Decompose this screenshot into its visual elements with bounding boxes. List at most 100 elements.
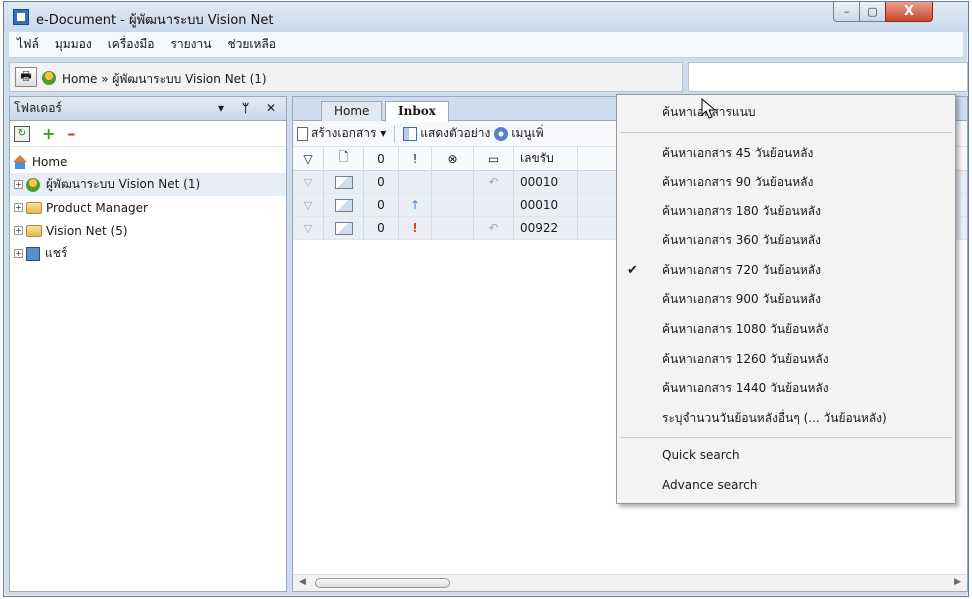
tab-home[interactable]: Home <box>321 101 383 121</box>
up-arrow-icon: ↑ <box>409 198 421 212</box>
panel-dropdown-icon[interactable]: ▾ <box>218 101 224 115</box>
menu-item-label: Advance search <box>662 478 758 492</box>
toolbar-separator <box>394 124 396 143</box>
tree-node-label: ผู้พัฒนาระบบ Vision Net (1) <box>46 177 201 191</box>
tree-node-label: แชร์ <box>45 246 68 260</box>
receive-number: 00922 <box>514 216 578 240</box>
menu-item-label: ค้นหาเอกสาร 45 วันย้อนหลัง <box>662 145 814 160</box>
scroll-right-icon[interactable]: ▶ <box>954 577 961 587</box>
column-status[interactable]: ▭ <box>474 146 514 171</box>
folders-panel-title: โฟลเดอร์ <box>14 101 62 115</box>
attachment-icon: 0 <box>377 198 385 212</box>
tree-node-label: Vision Net (5) <box>46 223 128 238</box>
search-input[interactable] <box>688 62 968 92</box>
flag-icon[interactable]: ▽ <box>304 199 312 212</box>
menu-item-search-attachment[interactable]: ค้นหาเอกสารแนบ <box>617 99 955 125</box>
refresh-icon[interactable]: ↻ <box>14 125 30 142</box>
column-attachment[interactable]: 0 <box>364 146 399 171</box>
scroll-thumb[interactable] <box>315 578 450 588</box>
expand-icon[interactable]: + <box>14 249 23 258</box>
tree-node-developer[interactable]: + ผู้พัฒนาระบบ Vision Net (1) <box>10 173 286 196</box>
tab-inbox[interactable]: Inbox <box>385 101 449 122</box>
search-dropdown-menu: ค้นหาเอกสารแนบ ค้นหาเอกสาร 45 วันย้อนหลั… <box>616 94 956 504</box>
menu-item-90-days[interactable]: ค้นหาเอกสาร 90 วันย้อนหลัง <box>617 169 955 195</box>
minimize-button[interactable]: – <box>833 2 860 22</box>
close-panel-icon[interactable]: ✕ <box>266 101 276 115</box>
forward-mail-icon <box>334 198 353 212</box>
menu-item-label: Quick search <box>662 448 740 462</box>
menu-report[interactable]: รายงาน <box>162 35 219 54</box>
menu-item-1440-days[interactable]: ค้นหาเอกสาร 1440 วันย้อนหลัง <box>617 375 955 401</box>
column-priority[interactable]: ! <box>399 146 432 171</box>
column-document[interactable]: 🗋 <box>324 146 364 171</box>
maximize-button[interactable]: ▢ <box>859 2 886 22</box>
check-icon: ✔ <box>627 262 638 278</box>
share-icon <box>26 246 40 261</box>
menu-item-1260-days[interactable]: ค้นหาเอกสาร 1260 วันย้อนหลัง <box>617 346 955 372</box>
tree-node-home[interactable]: Home <box>10 150 286 173</box>
menu-tools[interactable]: เครื่องมือ <box>100 35 163 54</box>
user-icon <box>26 177 40 192</box>
tree-node-label: Home <box>32 154 68 169</box>
receive-number: 00010 <box>514 193 578 217</box>
menu-item-label: ค้นหาเอกสาร 1260 วันย้อนหลัง <box>662 351 829 366</box>
tree-node-share[interactable]: + แชร์ <box>10 242 286 265</box>
tree-node-label: Product Manager <box>46 200 148 215</box>
tree-node-vision-net[interactable]: + Vision Net (5) <box>10 219 286 242</box>
menu-item-180-days[interactable]: ค้นหาเอกสาร 180 วันย้อนหลัง <box>617 198 955 224</box>
close-button[interactable]: X <box>885 2 933 22</box>
menu-item-45-days[interactable]: ค้นหาเอกสาร 45 วันย้อนหลัง <box>617 140 955 166</box>
menu-item-label: ค้นหาเอกสาร 1440 วันย้อนหลัง <box>662 380 829 395</box>
attachment-icon: 0 <box>377 175 385 189</box>
more-menu-button[interactable]: เมนูเพิ่ <box>494 124 544 143</box>
menu-item-custom-days[interactable]: ระบุจำนวนวันย้อนหลังอื่นๆ (... วันย้อนหล… <box>617 405 955 431</box>
column-flag[interactable]: ▽ <box>293 146 324 171</box>
menu-item-label: ค้นหาเอกสาร 1080 วันย้อนหลัง <box>662 321 829 336</box>
create-document-button[interactable]: สร้างเอกสาร ▾ <box>297 124 386 143</box>
expand-icon[interactable]: + <box>14 226 23 235</box>
folders-toolbar: ↻ + – <box>10 121 286 147</box>
shared-folder-icon <box>26 224 42 237</box>
scroll-left-icon[interactable]: ◀ <box>299 577 306 587</box>
menu-item-label: ค้นหาเอกสาร 180 วันย้อนหลัง <box>662 203 821 218</box>
print-button[interactable]: 🖶 <box>15 67 37 87</box>
menu-item-900-days[interactable]: ค้นหาเอกสาร 900 วันย้อนหลัง <box>617 286 955 312</box>
pin-icon[interactable]: ᛘ <box>242 101 249 115</box>
gear-icon <box>494 126 509 141</box>
menu-view[interactable]: มุมมอง <box>47 35 100 54</box>
menu-item-advance-search[interactable]: Advance search <box>617 472 955 498</box>
menu-item-quick-search[interactable]: Quick search <box>617 442 955 468</box>
menu-help[interactable]: ช่วยเหลือ <box>219 35 284 54</box>
tree-node-product-manager[interactable]: + Product Manager <box>10 196 286 219</box>
folder-icon <box>26 201 42 214</box>
menu-item-360-days[interactable]: ค้นหาเอกสาร 360 วันย้อนหลัง <box>617 227 955 253</box>
flag-icon[interactable]: ▽ <box>304 176 312 189</box>
flag-icon[interactable]: ▽ <box>304 222 312 235</box>
reply-icon: ↶ <box>488 221 499 235</box>
preview-icon <box>403 126 418 141</box>
add-folder-icon[interactable]: + <box>42 124 55 143</box>
folders-panel-header: โฟลเดอร์ ▾ ᛘ ✕ <box>10 97 286 121</box>
horizontal-scrollbar[interactable]: ◀ ▶ <box>293 574 967 591</box>
column-receive-number[interactable]: เลขรับ <box>514 146 578 171</box>
menu-bar: ไฟล์ มุมมอง เครื่องมือ รายงาน ช่วยเหลือ <box>9 32 963 58</box>
expand-icon[interactable]: + <box>14 180 23 189</box>
remove-folder-icon[interactable]: – <box>67 124 75 143</box>
menu-item-label: ค้นหาเอกสาร 720 วันย้อนหลัง <box>662 262 821 277</box>
attachment-icon: 0 <box>377 221 385 235</box>
more-menu-label: เมนูเพิ่ <box>511 126 544 140</box>
window-title: e-Document - ผู้พัฒนาระบบ Vision Net <box>36 13 274 28</box>
expand-icon[interactable]: + <box>14 203 23 212</box>
show-preview-label: แสดงตัวอย่าง <box>420 126 491 140</box>
menu-item-1080-days[interactable]: ค้นหาเอกสาร 1080 วันย้อนหลัง <box>617 316 955 342</box>
menu-item-720-days[interactable]: ✔ ค้นหาเอกสาร 720 วันย้อนหลัง <box>617 257 955 283</box>
menu-file[interactable]: ไฟล์ <box>9 35 47 54</box>
show-preview-button[interactable]: แสดงตัวอย่าง <box>403 124 490 143</box>
menu-item-label: ค้นหาเอกสาร 90 วันย้อนหลัง <box>662 174 814 189</box>
new-document-icon <box>297 126 308 141</box>
mouse-cursor-icon <box>701 98 717 119</box>
breadcrumb[interactable]: Home » ผู้พัฒนาระบบ Vision Net (1) <box>62 70 267 89</box>
user-icon <box>42 71 56 85</box>
column-cancel[interactable]: ⊗ <box>432 146 474 171</box>
address-bar: 🖶 Home » ผู้พัฒนาระบบ Vision Net (1) <box>9 62 683 92</box>
